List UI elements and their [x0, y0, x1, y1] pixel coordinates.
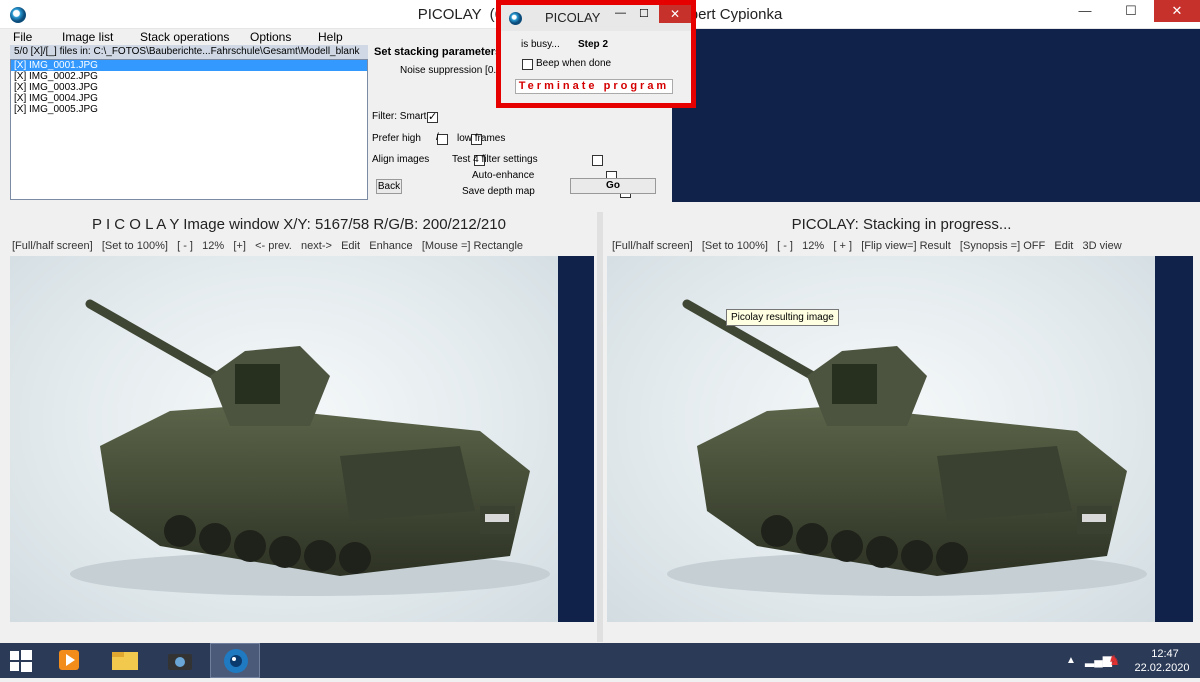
- enhance-button[interactable]: Enhance: [369, 240, 412, 252]
- dialog-title: PICOLAY: [545, 10, 601, 25]
- left-image-window[interactable]: [10, 256, 594, 622]
- align-images-label: Align images: [372, 154, 430, 165]
- file-list-item[interactable]: [X] IMG_0004.JPG: [11, 93, 367, 104]
- menu-file[interactable]: File: [13, 30, 32, 44]
- picolay-app-icon: [509, 12, 522, 25]
- camera-app-icon[interactable]: [155, 643, 205, 678]
- file-list-item[interactable]: [X] IMG_0002.JPG: [11, 71, 367, 82]
- dialog-minimize-button[interactable]: —: [615, 7, 626, 19]
- tank-model-illustration: [667, 299, 1147, 596]
- left-pane-toolbar: [Full/half screen] [Set to 100%] [ - ] 1…: [12, 240, 523, 252]
- beep-checkbox[interactable]: [522, 58, 533, 70]
- noise-suppression-label: Noise suppression [0...: [400, 65, 502, 76]
- clock-time[interactable]: 12:47: [1140, 648, 1190, 660]
- preview-background: [672, 29, 1200, 202]
- file-list-header: 5/0 [X]/[_] files in: C:\_FOTOS\Bauberic…: [10, 45, 368, 59]
- auto-enhance-label: Auto-enhance: [472, 170, 535, 181]
- dialog-close-button[interactable]: ✕: [659, 5, 691, 23]
- beep-label: Beep when done: [536, 58, 612, 69]
- start-button[interactable]: [0, 643, 50, 678]
- go-button[interactable]: Go: [570, 178, 656, 194]
- file-list-item[interactable]: [X] IMG_0001.JPG: [11, 60, 367, 71]
- edit-button[interactable]: Edit: [341, 240, 360, 252]
- zoom-out-button[interactable]: [ - ]: [777, 240, 793, 252]
- menu-help[interactable]: Help: [318, 30, 343, 44]
- file-explorer-icon[interactable]: [100, 643, 150, 678]
- mouse-mode-button[interactable]: [Mouse =] Rectangle: [422, 240, 523, 252]
- media-player-icon[interactable]: [44, 643, 94, 678]
- prefer-high-label: Prefer high: [372, 133, 421, 144]
- filter-label: Filter: Smart: [372, 111, 427, 122]
- tray-chevron-icon[interactable]: ▲: [1066, 655, 1076, 666]
- windows-logo-icon: [10, 650, 32, 672]
- zoom-in-button[interactable]: [+]: [233, 240, 246, 252]
- params-heading: Set stacking parameters: [374, 46, 502, 58]
- filter-smart-checkbox[interactable]: [427, 110, 438, 123]
- minimize-button[interactable]: —: [1062, 0, 1108, 22]
- synopsis-button[interactable]: [Synopsis =] OFF: [960, 240, 1045, 252]
- edit-button[interactable]: Edit: [1054, 240, 1073, 252]
- prev-button[interactable]: <- prev.: [255, 240, 292, 252]
- dialog-title-bar: PICOLAY — ☐ ✕: [501, 5, 691, 31]
- zoom-level: 12%: [202, 240, 225, 252]
- dialog-maximize-button[interactable]: ☐: [639, 7, 649, 20]
- clock-date[interactable]: 22.02.2020: [1130, 662, 1194, 674]
- maximize-button[interactable]: ☐: [1108, 0, 1154, 22]
- prefer-slash: /: [436, 132, 439, 143]
- zoom-level: 12%: [802, 240, 825, 252]
- 3d-view-button[interactable]: 3D view: [1083, 240, 1122, 252]
- next-button[interactable]: next->: [301, 240, 332, 252]
- step-text: Step 2: [578, 39, 609, 50]
- back-button[interactable]: Back: [376, 179, 402, 194]
- taskbar: ▲ ▂▄▆ ♞: [0, 643, 1200, 678]
- picolay-app-icon[interactable]: [210, 643, 260, 678]
- full-half-screen-button[interactable]: [Full/half screen]: [612, 240, 693, 252]
- result-photo: [607, 256, 1155, 622]
- file-list-item[interactable]: [X] IMG_0003.JPG: [11, 82, 367, 93]
- file-list-item[interactable]: [X] IMG_0005.JPG: [11, 104, 367, 115]
- source-photo: [10, 256, 558, 622]
- zoom-out-button[interactable]: [ - ]: [177, 240, 193, 252]
- result-tooltip: Picolay resulting image: [726, 309, 839, 326]
- menu-options[interactable]: Options: [250, 30, 291, 44]
- vertical-splitter[interactable]: [597, 212, 603, 642]
- test4-checkbox[interactable]: [592, 154, 604, 166]
- right-image-window[interactable]: [607, 256, 1193, 622]
- zoom-in-button[interactable]: [ + ]: [833, 240, 852, 252]
- save-depth-map-label: Save depth map: [462, 186, 535, 197]
- terminate-program-button[interactable]: Terminate program: [515, 79, 673, 94]
- file-list[interactable]: [X] IMG_0001.JPG [X] IMG_0002.JPG [X] IM…: [10, 59, 368, 200]
- security-app-icon[interactable]: ♞: [1108, 652, 1121, 669]
- menu-stack-operations[interactable]: Stack operations: [140, 30, 229, 44]
- busy-text: is busy...: [521, 39, 560, 50]
- close-button[interactable]: ✕: [1154, 0, 1200, 22]
- menu-image-list[interactable]: Image list: [62, 30, 113, 44]
- busy-dialog: PICOLAY — ☐ ✕ is busy... Step 2 Beep whe…: [496, 0, 696, 108]
- set-100-button[interactable]: [Set to 100%]: [702, 240, 768, 252]
- low-frames-label: low frames: [457, 133, 506, 144]
- right-pane-toolbar: [Full/half screen] [Set to 100%] [ - ] 1…: [612, 240, 1122, 252]
- left-pane-title: P I C O L A Y Image window X/Y: 5167/58 …: [92, 216, 506, 233]
- right-pane-title: PICOLAY: Stacking in progress...: [791, 216, 1012, 233]
- test4-label: Test 4 filter settings: [452, 154, 538, 165]
- full-half-screen-button[interactable]: [Full/half screen]: [12, 240, 93, 252]
- set-100-button[interactable]: [Set to 100%]: [102, 240, 168, 252]
- flip-view-button[interactable]: [Flip view=] Result: [861, 240, 951, 252]
- pane-divider: [0, 202, 1200, 212]
- tank-model-illustration: [70, 299, 550, 596]
